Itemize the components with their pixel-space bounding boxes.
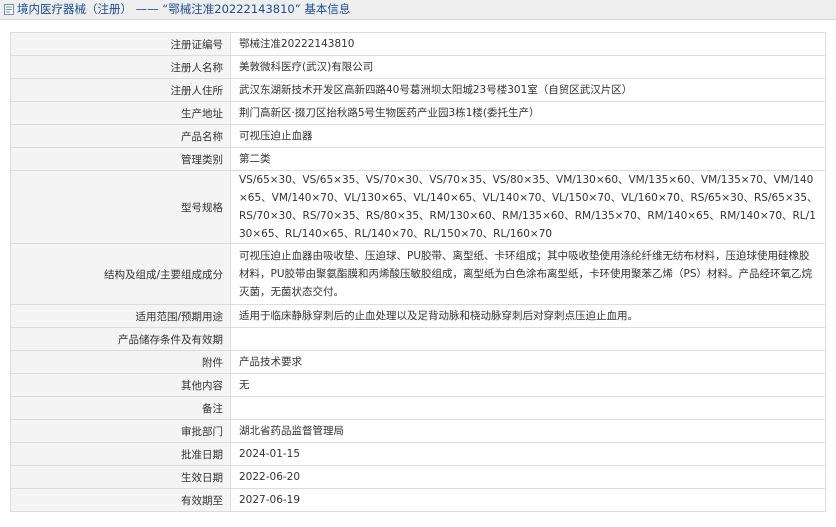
row-label: 审批部门 [10,419,231,443]
row-value: 2027-06-19 [230,488,826,512]
row-value: 湖北省药品监督管理局 [230,419,826,443]
table-row: 生产地址 荆门高新区·掇刀区抬秋路5号生物医药产业园3栋1楼(委托生产） [10,101,826,125]
row-value: 可视压迫止血器 [230,124,826,148]
row-value: 武汉东湖新技术开发区高新四路40号葛洲坝太阳城23号楼301室（自贸区武汉片区） [230,78,826,102]
row-label: 附件 [10,350,231,374]
table-row: 产品储存条件及有效期 [10,327,826,351]
table-row: 结构及组成/主要组成成分 可视压迫止血器由吸收垫、压迫球、PU胶带、离型纸、卡环… [10,243,826,305]
row-value [230,327,826,351]
row-value: 2022-06-20 [230,465,826,489]
row-label: 备注 [10,396,231,420]
table-row: 管理类别 第二类 [10,147,826,171]
row-label: 生产地址 [10,101,231,125]
table-row: 注册证编号 鄂械注准20222143810 [10,32,826,56]
row-label: 型号规格 [10,170,231,244]
row-label: 注册人住所 [10,78,231,102]
row-label: 生效日期 [10,465,231,489]
table-row: 审批部门 湖北省药品监督管理局 [10,419,826,443]
title-bar: 境内医疗器械（注册） —— “鄂械注准20222143810” 基本信息 [0,0,836,20]
table-row: 备注 [10,396,826,420]
row-label: 适用范围/预期用途 [10,304,231,328]
row-label: 管理类别 [10,147,231,171]
row-value [230,396,826,420]
table-row: 注册人名称 美敦微科医疗(武汉)有限公司 [10,55,826,79]
row-label: 有效期至 [10,488,231,512]
document-icon [4,4,14,15]
row-label: 注册人名称 [10,55,231,79]
row-value: 无 [230,373,826,397]
info-table: 注册证编号 鄂械注准20222143810 注册人名称 美敦微科医疗(武汉)有限… [10,32,826,512]
table-row: 其他内容 无 [10,373,826,397]
row-value: 荆门高新区·掇刀区抬秋路5号生物医药产业园3栋1楼(委托生产） [230,101,826,125]
row-label: 注册证编号 [10,32,231,56]
row-value: 鄂械注准20222143810 [230,32,826,56]
row-value: 美敦微科医疗(武汉)有限公司 [230,55,826,79]
table-row: 适用范围/预期用途 适用于临床静脉穿刺后的止血处理以及足背动脉和桡动脉穿刺后对穿… [10,304,826,328]
table-row: 注册人住所 武汉东湖新技术开发区高新四路40号葛洲坝太阳城23号楼301室（自贸… [10,78,826,102]
row-label: 产品储存条件及有效期 [10,327,231,351]
row-label: 结构及组成/主要组成成分 [10,243,231,305]
row-value: 2024-01-15 [230,442,826,466]
table-row: 有效期至 2027-06-19 [10,488,826,512]
table-row: 生效日期 2022-06-20 [10,465,826,489]
page-title: 境内医疗器械（注册） —— “鄂械注准20222143810” 基本信息 [17,2,351,16]
table-row: 型号规格 VS/65×30、VS/65×35、VS/70×30、VS/70×35… [10,170,826,244]
row-value: 产品技术要求 [230,350,826,374]
table-row: 产品名称 可视压迫止血器 [10,124,826,148]
row-label: 批准日期 [10,442,231,466]
row-value: 第二类 [230,147,826,171]
row-label: 产品名称 [10,124,231,148]
row-value: 适用于临床静脉穿刺后的止血处理以及足背动脉和桡动脉穿刺后对穿刺点压迫止血用。 [230,304,826,328]
table-row: 附件 产品技术要求 [10,350,826,374]
row-value: 可视压迫止血器由吸收垫、压迫球、PU胶带、离型纸、卡环组成；其中吸收垫使用涤纶纤… [230,243,826,305]
row-value: VS/65×30、VS/65×35、VS/70×30、VS/70×35、VS/8… [230,170,826,244]
row-label: 其他内容 [10,373,231,397]
table-row: 批准日期 2024-01-15 [10,442,826,466]
